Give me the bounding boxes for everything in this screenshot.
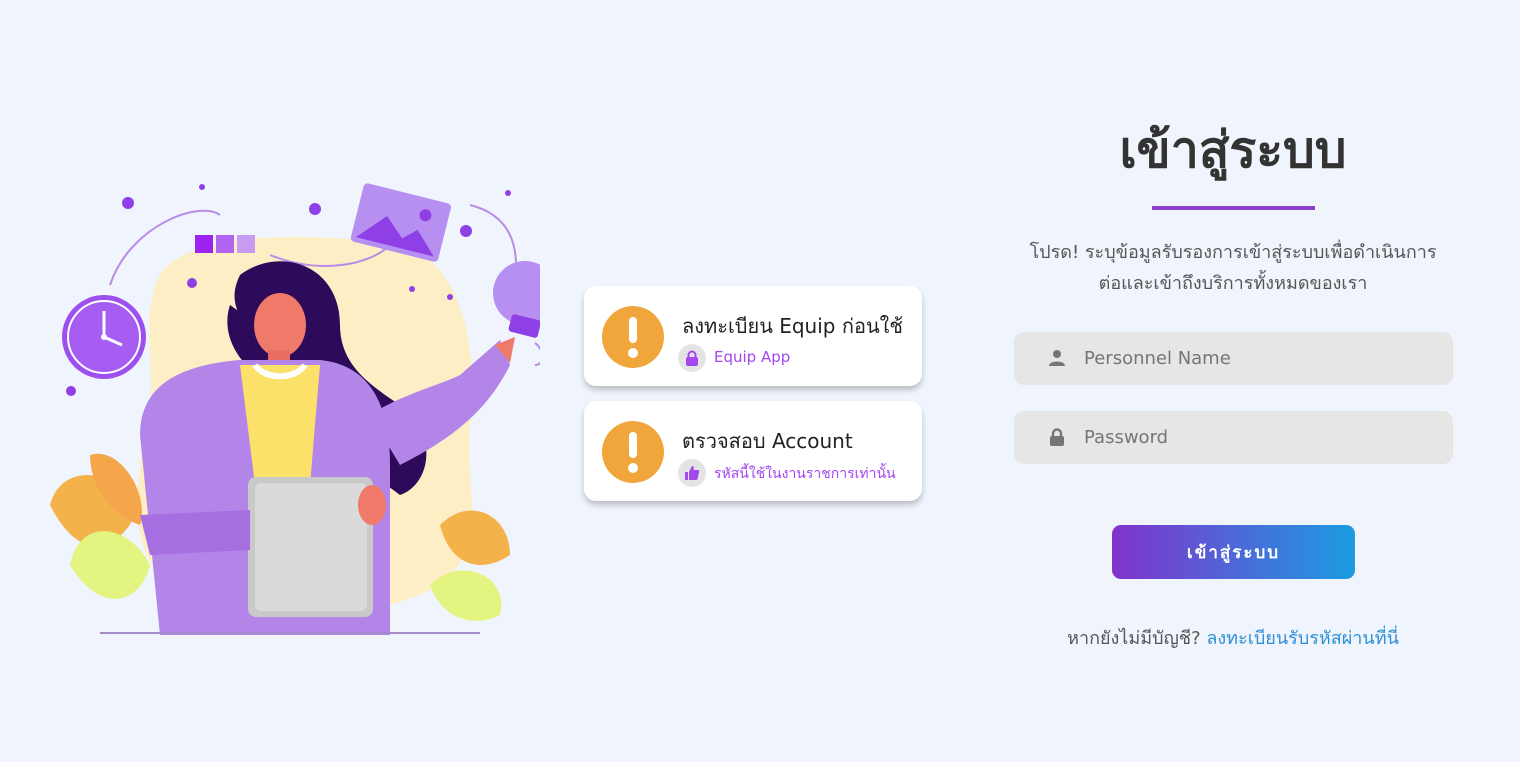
register-prompt: หากยังไม่มีบัญชี? bbox=[1067, 628, 1201, 649]
hero-illustration bbox=[50, 183, 540, 635]
card-title: ลงทะเบียน Equip ก่อนใช้ bbox=[682, 314, 903, 338]
card-subtitle: Equip App bbox=[714, 348, 791, 366]
register-line: หากยังไม่มีบัญชี? ลงทะเบียนรับรหัสผ่านที… bbox=[1010, 623, 1456, 652]
page-title: เข้าสู่ระบบ bbox=[1119, 121, 1347, 179]
username-field[interactable] bbox=[1014, 332, 1453, 385]
login-panel: เข้าสู่ระบบ โปรด! ระบุข้อมูลรับรองการเข้… bbox=[1010, 110, 1456, 652]
info-card-check-account: ตรวจสอบ Account รหัสนี้ใช้ในงานราชการเท่… bbox=[584, 401, 922, 501]
subtitle-line-1: โปรด! ระบุข้อมูลรับรองการเข้าสู่ระบบเพื่… bbox=[1029, 242, 1437, 263]
password-field[interactable] bbox=[1014, 411, 1453, 464]
lock-icon bbox=[1050, 428, 1064, 446]
title-underline bbox=[1151, 206, 1315, 210]
login-subtitle: โปรด! ระบุข้อมูลรับรองการเข้าสู่ระบบเพื่… bbox=[1010, 237, 1456, 299]
password-input[interactable] bbox=[1084, 411, 1444, 464]
user-icon bbox=[1049, 350, 1065, 366]
warning-icon bbox=[602, 421, 664, 483]
warning-icon bbox=[602, 306, 664, 368]
info-card-register-equip: ลงทะเบียน Equip ก่อนใช้ Equip App bbox=[584, 286, 922, 386]
register-link[interactable]: ลงทะเบียนรับรหัสผ่านที่นี่ bbox=[1206, 628, 1399, 649]
lock-icon bbox=[678, 344, 706, 372]
card-title: ตรวจสอบ Account bbox=[682, 429, 853, 453]
login-button[interactable]: เข้าสู่ระบบ bbox=[1112, 525, 1355, 579]
username-input[interactable] bbox=[1084, 332, 1444, 385]
card-subtitle: รหัสนี้ใช้ในงานราชการเท่านั้น bbox=[714, 466, 896, 482]
subtitle-line-2: ต่อและเข้าถึงบริการทั้งหมดของเรา bbox=[1098, 273, 1368, 294]
thumbs-up-icon bbox=[678, 459, 706, 487]
